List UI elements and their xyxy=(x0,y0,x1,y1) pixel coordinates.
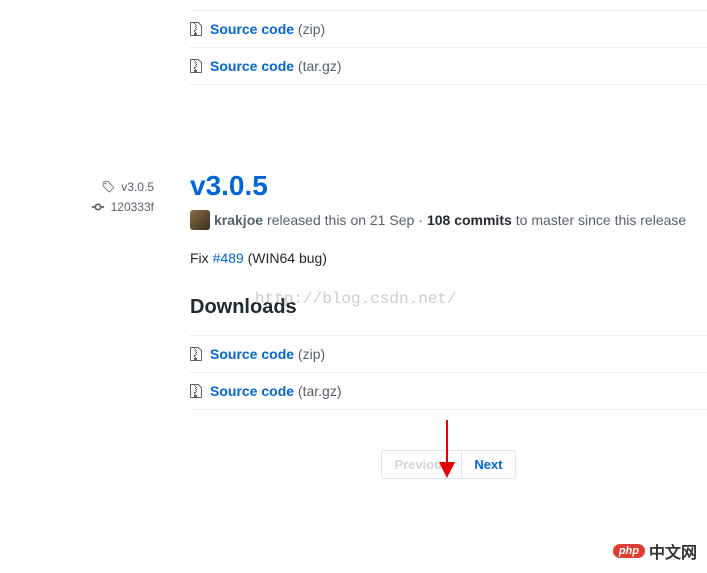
issue-link[interactable]: #489 xyxy=(213,250,244,266)
pagination: Previous Next xyxy=(190,450,707,479)
author-link[interactable]: krakjoe xyxy=(214,212,263,228)
zip-icon xyxy=(190,383,202,399)
commit-row[interactable]: 120333f xyxy=(0,200,154,214)
zip-icon xyxy=(190,21,202,37)
download-row: Source code (tar.gz) xyxy=(190,48,707,85)
download-row: Source code (zip) xyxy=(190,335,707,373)
release-downloads: Source code (zip) Source code (tar.gz) xyxy=(190,335,707,410)
released-text: released this xyxy=(267,212,346,228)
download-link-zip[interactable]: Source code (zip) xyxy=(210,21,325,37)
download-link-targz[interactable]: Source code (tar.gz) xyxy=(210,58,342,74)
logo-text: 中文网 xyxy=(649,539,697,563)
release-sidebar: v3.0.5 120333f xyxy=(0,10,170,479)
logo-pill: php xyxy=(613,544,645,558)
download-link-zip[interactable]: Source code (zip) xyxy=(210,346,325,362)
download-row: Source code (tar.gz) xyxy=(190,373,707,410)
commit-icon xyxy=(91,200,105,214)
downloads-heading: Downloads xyxy=(190,296,707,319)
release-date: on 21 Sep xyxy=(350,212,414,228)
previous-button: Previous xyxy=(381,450,462,479)
download-link-targz[interactable]: Source code (tar.gz) xyxy=(210,383,342,399)
commit-label: 120333f xyxy=(111,200,154,214)
next-button[interactable]: Next xyxy=(462,450,515,479)
release-title[interactable]: v3.0.5 xyxy=(190,170,707,202)
download-row: Source code (zip) xyxy=(190,10,707,48)
zip-icon xyxy=(190,346,202,362)
release-meta: krakjoe released this on 21 Sep · 108 co… xyxy=(190,210,707,230)
previous-release-downloads: Source code (zip) Source code (tar.gz) xyxy=(190,10,707,85)
tag-row[interactable]: v3.0.5 xyxy=(0,180,154,194)
avatar[interactable] xyxy=(190,210,210,230)
release-body: Fix #489 (WIN64 bug) xyxy=(190,250,707,266)
separator: · xyxy=(418,212,423,228)
tag-icon xyxy=(101,180,115,194)
site-logo: php 中文网 xyxy=(613,539,697,563)
tag-label: v3.0.5 xyxy=(121,180,154,194)
commits-link[interactable]: 108 commits xyxy=(427,212,512,228)
zip-icon xyxy=(190,58,202,74)
commits-suffix: to master since this release xyxy=(516,212,686,228)
